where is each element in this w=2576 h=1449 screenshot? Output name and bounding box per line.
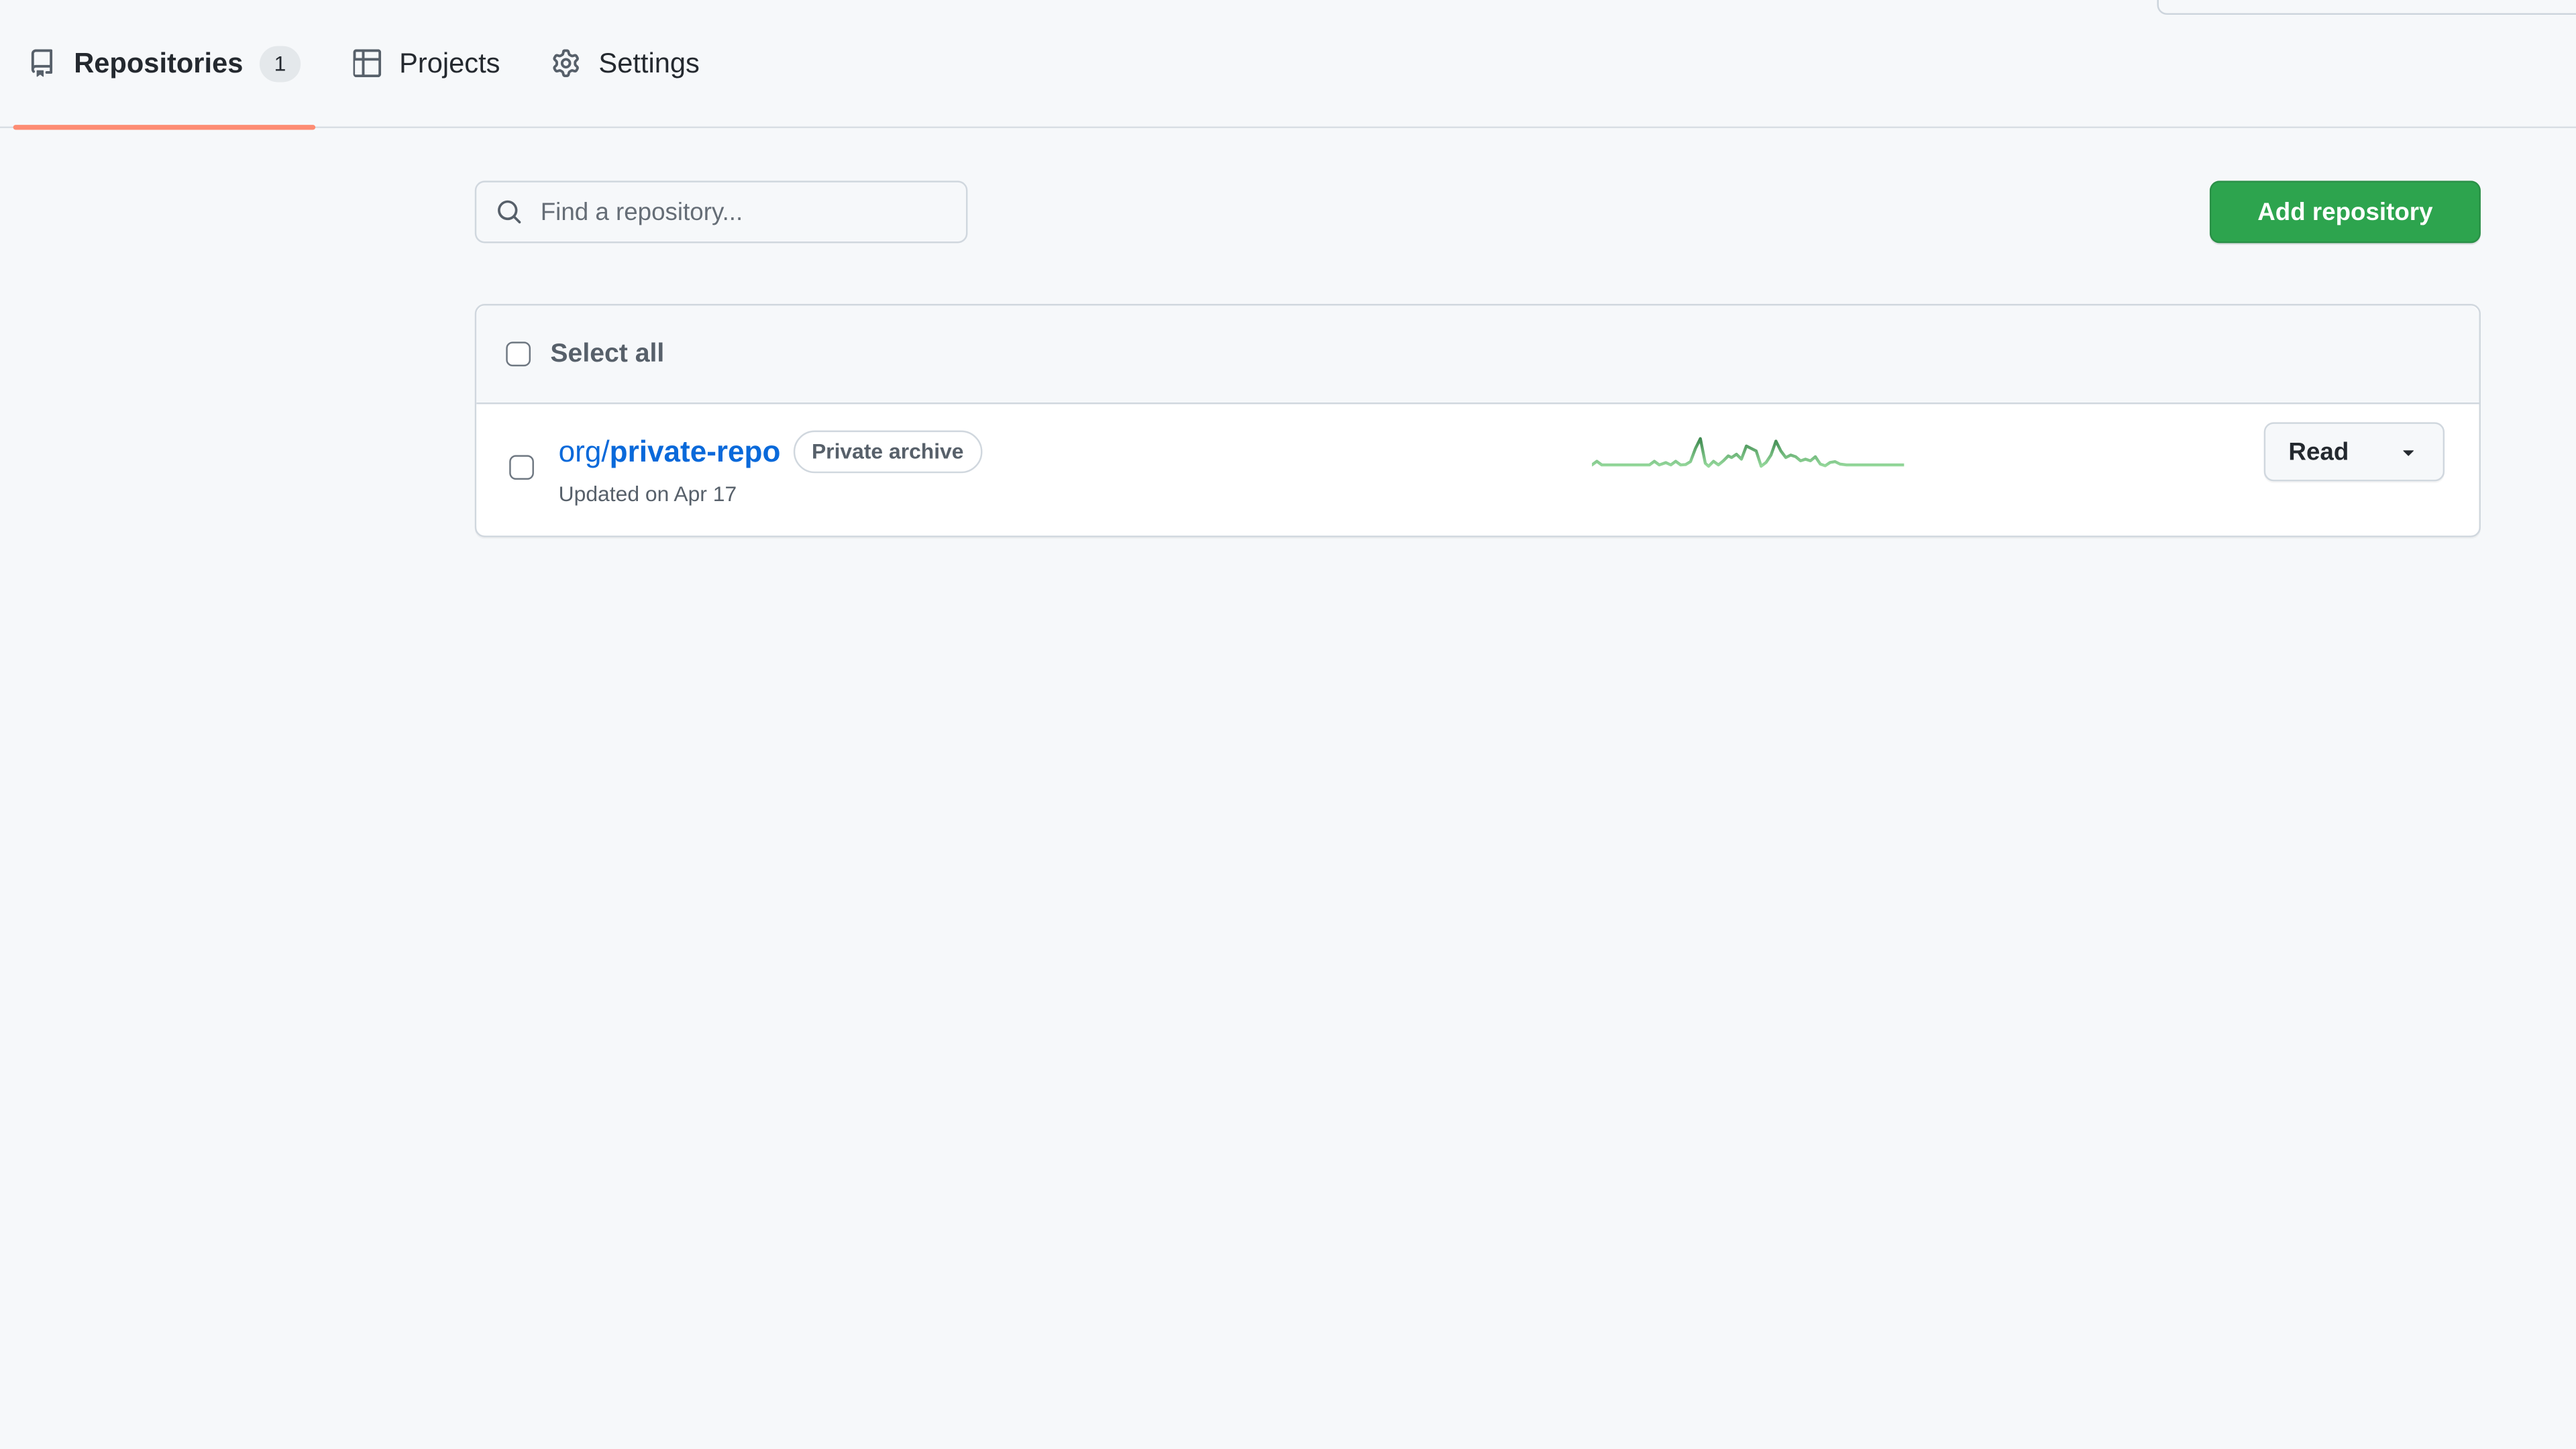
repo-toolbar: Add repository — [474, 180, 2481, 244]
triangle-down-icon — [2403, 450, 2414, 456]
repository-list-header: Select all — [476, 305, 2479, 405]
cutoff-search-fragment — [2157, 0, 2576, 15]
underline-nav: Repositories 1 Projects Settings — [0, 0, 2576, 130]
search-icon — [498, 200, 521, 224]
repo-row: org/private-repo Private archive Updated… — [476, 404, 2479, 536]
tab-label: Repositories — [74, 46, 244, 78]
repo-updated-text: Updated on Apr 17 — [558, 482, 737, 506]
repo-book-icon — [31, 49, 53, 77]
repo-search — [474, 180, 968, 244]
repo-info: org/private-repo Private archive Updated… — [558, 430, 982, 506]
permission-dropdown-button[interactable]: Read — [2263, 422, 2445, 482]
repo-name: private-repo — [609, 435, 781, 468]
page: Repositories 1 Projects Settings Add rep… — [0, 0, 2576, 1449]
tab-label: Projects — [399, 46, 500, 78]
private-archive-badge: Private archive — [794, 430, 982, 474]
main-content: Add repository Select all org/private-re… — [474, 180, 2481, 537]
select-all-checkbox[interactable] — [506, 341, 531, 367]
repo-search-input[interactable] — [537, 196, 947, 228]
activity-sparkline — [1592, 437, 1904, 468]
repo-row-checkbox[interactable] — [509, 455, 534, 480]
repo-link[interactable]: org/private-repo — [559, 435, 781, 469]
permission-label: Read — [2288, 437, 2349, 466]
repository-list: Select all org/private-repo Private arch… — [474, 304, 2481, 537]
add-repository-button[interactable]: Add repository — [2209, 180, 2481, 244]
repo-count-badge: 1 — [259, 45, 301, 82]
tab-repositories[interactable]: Repositories 1 — [13, 0, 316, 130]
repo-org-prefix: org/ — [558, 435, 610, 468]
tab-settings[interactable]: Settings — [538, 0, 714, 127]
project-table-icon — [353, 49, 382, 78]
gear-icon — [553, 49, 580, 78]
tab-projects[interactable]: Projects — [338, 0, 515, 127]
repo-title-line: org/private-repo Private archive — [559, 430, 982, 474]
select-all-label: Select all — [550, 339, 665, 368]
tab-label: Settings — [598, 46, 700, 78]
